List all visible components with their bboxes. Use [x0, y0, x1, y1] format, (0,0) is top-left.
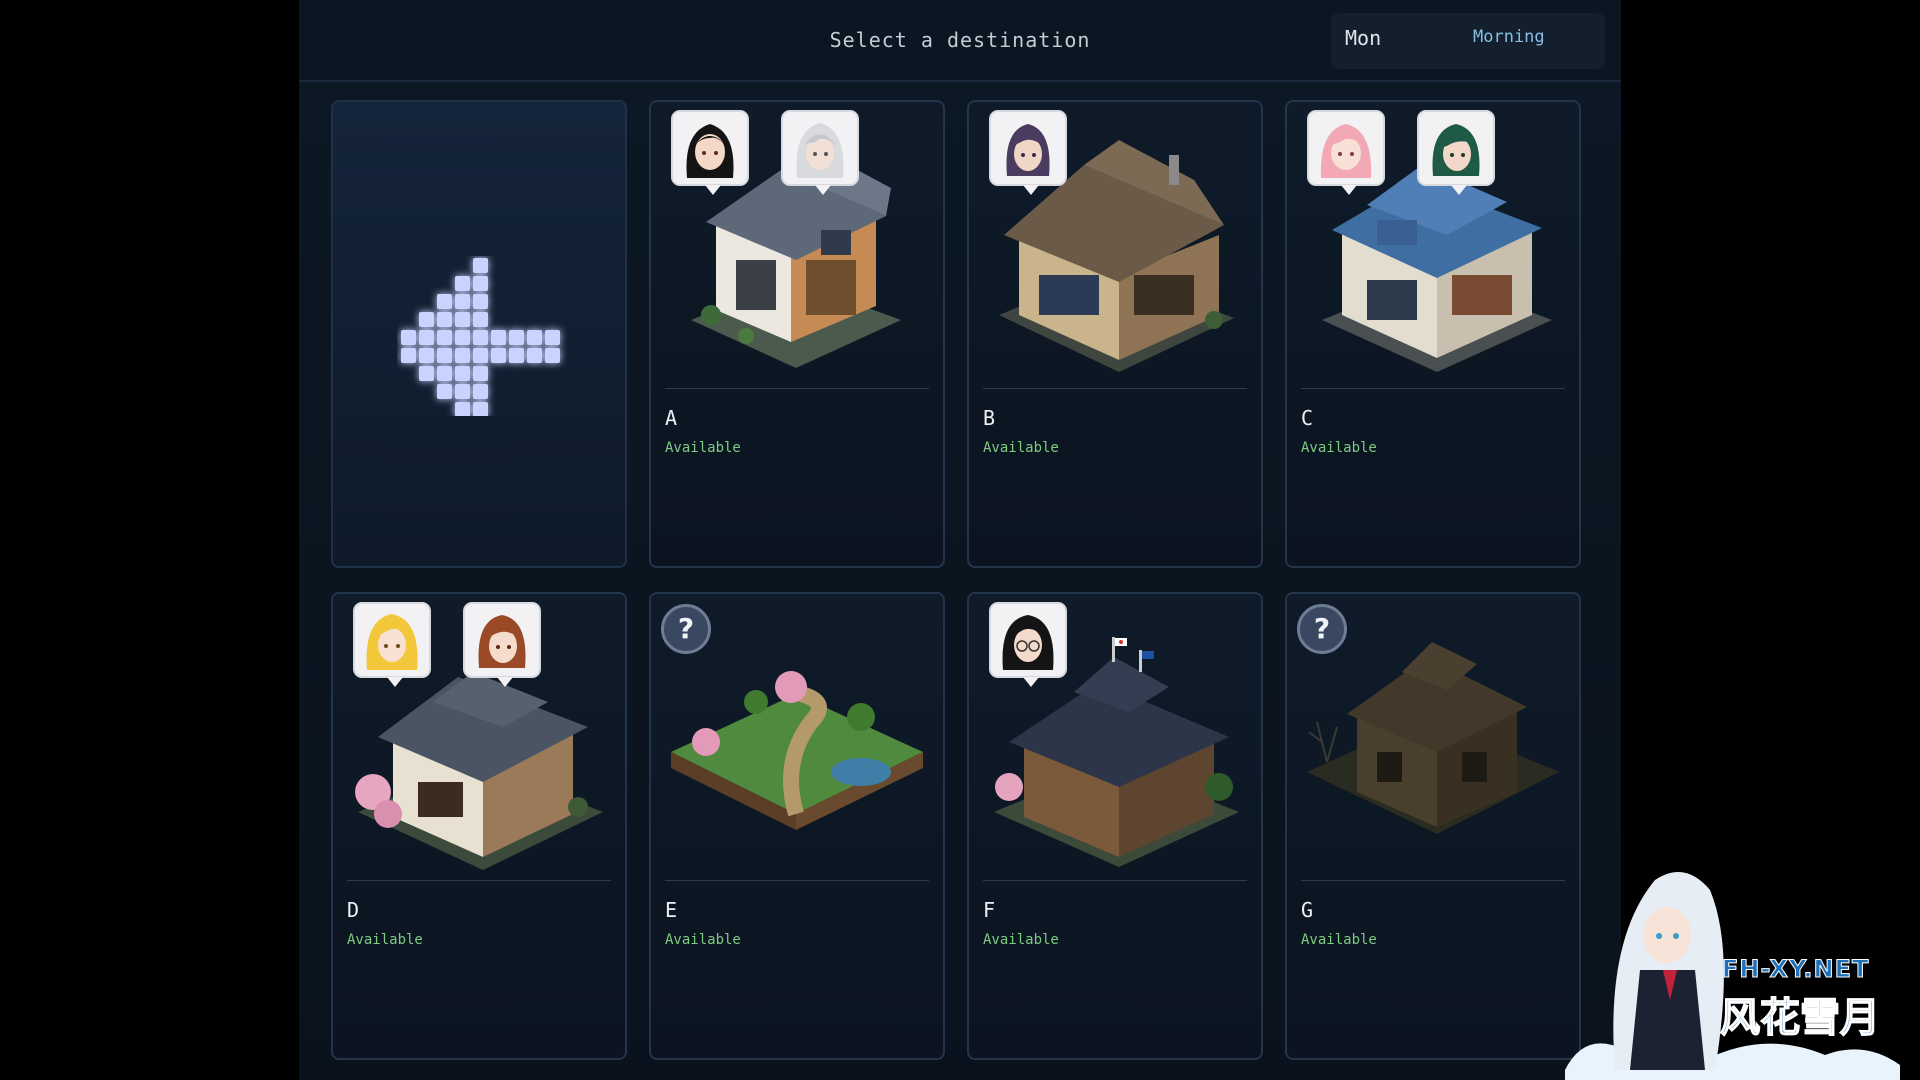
arrow-pixel	[455, 294, 470, 309]
arrow-pixel	[473, 348, 488, 363]
arrow-pixel	[419, 366, 434, 381]
location-label: C	[1301, 406, 1314, 430]
back-button[interactable]	[331, 100, 627, 568]
location-status: Available	[347, 932, 423, 948]
location-card-d[interactable]: D Available	[331, 592, 627, 1060]
unknown-location-icon: ?	[1297, 604, 1347, 654]
location-label: D	[347, 898, 360, 922]
arrow-pixel	[455, 348, 470, 363]
location-status: Available	[665, 932, 741, 948]
arrow-pixel	[401, 348, 416, 363]
arrow-pixel	[455, 276, 470, 291]
card-divider	[665, 880, 929, 881]
day-label: Mon	[1345, 26, 1382, 50]
header-bar: Select a destination Mon Morning	[299, 0, 1621, 82]
location-card-e[interactable]: ? E Available	[649, 592, 945, 1060]
location-card-g[interactable]: ? G Available	[1285, 592, 1581, 1060]
arrow-pixel	[401, 330, 416, 345]
arrow-pixel	[473, 312, 488, 327]
card-divider	[1301, 388, 1565, 389]
arrow-pixel	[527, 330, 542, 345]
card-divider	[1301, 880, 1565, 881]
portrait-white-haired-woman	[781, 110, 859, 195]
location-card-f[interactable]: F Available	[967, 592, 1263, 1060]
arrow-pixel	[419, 330, 434, 345]
location-status: Available	[665, 440, 741, 456]
unknown-location-icon: ?	[661, 604, 711, 654]
arrow-pixel	[491, 348, 506, 363]
arrow-pixel	[473, 366, 488, 381]
location-label: E	[665, 898, 678, 922]
portrait-purple-haired-woman	[989, 110, 1067, 195]
arrow-pixel	[509, 330, 524, 345]
location-status: Available	[983, 440, 1059, 456]
time-indicator: Mon Morning	[1331, 13, 1605, 69]
arrow-pixel	[437, 366, 452, 381]
arrow-pixel	[491, 330, 506, 345]
card-divider	[983, 388, 1247, 389]
card-divider	[665, 388, 929, 389]
location-status: Available	[983, 932, 1059, 948]
portrait-green-haired-woman	[1417, 110, 1495, 195]
arrow-pixel	[473, 276, 488, 291]
arrow-pixel	[509, 348, 524, 363]
arrow-pixel	[455, 384, 470, 399]
portrait-blonde-girl	[353, 602, 431, 687]
watermark-site: FH-XY.NET	[1721, 955, 1870, 984]
arrow-pixel	[437, 384, 452, 399]
portrait-woman-with-glasses	[989, 602, 1067, 687]
location-label: F	[983, 898, 996, 922]
arrow-pixel	[545, 330, 560, 345]
arrow-pixel	[473, 294, 488, 309]
arrow-pixel	[437, 348, 452, 363]
left-arrow-icon	[401, 258, 560, 416]
location-label: B	[983, 406, 996, 430]
location-card-a[interactable]: A Available	[649, 100, 945, 568]
arrow-pixel	[419, 348, 434, 363]
arrow-pixel	[473, 384, 488, 399]
location-label: G	[1301, 898, 1314, 922]
arrow-pixel	[527, 348, 542, 363]
location-status: Available	[1301, 440, 1377, 456]
card-divider	[347, 880, 611, 881]
destination-panel: Select a destination Mon Morning A Avail…	[299, 0, 1621, 1080]
arrow-pixel	[437, 294, 452, 309]
arrow-pixel	[455, 402, 470, 416]
period-label: Morning	[1473, 27, 1545, 47]
location-card-b[interactable]: B Available	[967, 100, 1263, 568]
arrow-pixel	[419, 312, 434, 327]
portrait-dark-haired-woman	[671, 110, 749, 195]
arrow-pixel	[437, 312, 452, 327]
arrow-pixel	[473, 402, 488, 416]
arrow-pixel	[455, 312, 470, 327]
portrait-brown-haired-girl	[463, 602, 541, 687]
arrow-pixel	[455, 330, 470, 345]
arrow-pixel	[545, 348, 560, 363]
watermark-name: 风花雪月	[1719, 994, 1881, 1042]
arrow-pixel	[437, 330, 452, 345]
arrow-pixel	[473, 258, 488, 273]
location-label: A	[665, 406, 678, 430]
card-divider	[983, 880, 1247, 881]
portrait-pink-haired-girl	[1307, 110, 1385, 195]
location-status: Available	[1301, 932, 1377, 948]
location-card-c[interactable]: C Available	[1285, 100, 1581, 568]
arrow-pixel	[455, 366, 470, 381]
arrow-pixel	[473, 330, 488, 345]
